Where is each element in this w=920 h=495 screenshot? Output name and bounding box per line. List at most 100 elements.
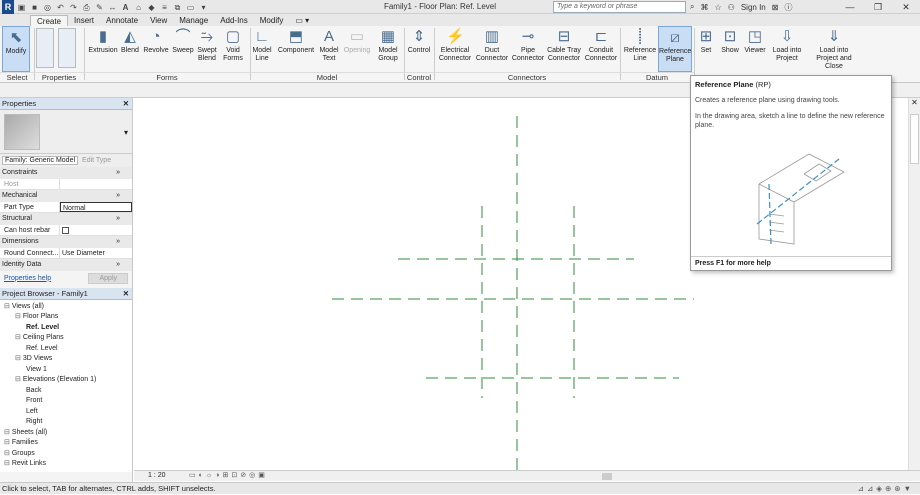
revit-logo-icon[interactable]: R bbox=[2, 0, 14, 14]
property-group[interactable]: Mechanical bbox=[0, 190, 132, 202]
property-value[interactable] bbox=[60, 178, 132, 189]
tab-annotate[interactable]: Annotate bbox=[100, 15, 144, 26]
minimize-icon[interactable]: — bbox=[836, 0, 864, 14]
browser-item[interactable]: View 1 bbox=[0, 365, 132, 376]
panel-label-datum[interactable]: Datum bbox=[620, 72, 694, 82]
browser-item[interactable]: Left bbox=[0, 407, 132, 418]
property-value[interactable]: Use Diameter bbox=[60, 247, 132, 258]
search-icon[interactable]: ⌕ bbox=[690, 2, 694, 12]
type-selector[interactable]: ▾ bbox=[0, 110, 132, 154]
close-icon[interactable]: ✕ bbox=[123, 288, 129, 300]
print-icon[interactable]: ⎙ bbox=[81, 2, 92, 13]
tab-create[interactable]: Create bbox=[30, 15, 69, 26]
sweep-button[interactable]: ⌒ Sweep bbox=[170, 26, 196, 72]
tree-toggle-icon[interactable]: ⊟ bbox=[15, 376, 23, 383]
close-icon[interactable]: ✕ bbox=[892, 0, 920, 14]
customize-qat-icon[interactable]: ▾ bbox=[198, 2, 209, 13]
edit-type-button[interactable]: Edit Type bbox=[82, 157, 111, 164]
browser-item[interactable]: ⊟ Floor Plans bbox=[0, 312, 132, 323]
model-line-button[interactable]: ∟ Model Line bbox=[251, 26, 273, 72]
property-group[interactable]: Constraints bbox=[0, 167, 132, 179]
steering-wheel-icon[interactable] bbox=[910, 114, 919, 164]
sync-icon[interactable]: ◎ bbox=[42, 2, 53, 13]
opening-button[interactable]: ▭ Opening bbox=[342, 26, 372, 72]
selection-filter-icons[interactable]: ⊿⊿◈⊕⊛▼ bbox=[858, 483, 914, 495]
tree-toggle-icon[interactable]: ⊟ bbox=[4, 429, 12, 436]
tree-toggle-icon[interactable]: ⊟ bbox=[15, 334, 23, 341]
properties-icon[interactable] bbox=[36, 28, 54, 68]
show-button[interactable]: ⊡ Show bbox=[719, 26, 741, 72]
tab-modify[interactable]: Modify bbox=[254, 15, 290, 26]
component-button[interactable]: ⬒ Component bbox=[276, 26, 316, 72]
properties-help-link[interactable]: Properties help bbox=[4, 275, 51, 282]
duct-connector-button[interactable]: ▥ Duct Connector bbox=[474, 26, 510, 72]
reference-plane-button[interactable]: ⧄ Reference Plane bbox=[658, 26, 692, 72]
browser-item[interactable]: ⊟ Families bbox=[0, 438, 132, 449]
panel-label-select[interactable]: Select bbox=[0, 72, 34, 82]
dimension-icon[interactable]: ↔ bbox=[107, 2, 118, 13]
model-group-button[interactable]: ▦ Model Group bbox=[374, 26, 402, 72]
browser-item[interactable]: ⊟ Ceiling Plans bbox=[0, 333, 132, 344]
browser-item[interactable]: ⊟ Views (all) bbox=[0, 302, 132, 313]
sign-in-link[interactable]: Sign In bbox=[741, 3, 766, 12]
section-icon[interactable]: ◆ bbox=[146, 2, 157, 13]
load-into-project-button[interactable]: ⇩ Load into Project bbox=[770, 26, 804, 72]
browser-item[interactable]: Ref. Level bbox=[0, 344, 132, 355]
control-button[interactable]: ⇕ Control bbox=[405, 26, 433, 72]
subscription-icon[interactable]: ⌘ bbox=[700, 3, 708, 12]
help-icon[interactable]: ⓘ bbox=[784, 2, 792, 13]
favorites-icon[interactable]: ☆ bbox=[714, 3, 721, 12]
void-forms-button[interactable]: ▢ Void Forms bbox=[220, 26, 246, 72]
tree-toggle-icon[interactable]: ⊟ bbox=[15, 355, 23, 362]
property-group[interactable]: Dimensions bbox=[0, 236, 132, 248]
browser-item[interactable]: Front bbox=[0, 396, 132, 407]
close-icon[interactable]: ✕ bbox=[123, 98, 129, 110]
panel-label-properties[interactable]: Properties bbox=[34, 72, 84, 82]
browser-item[interactable]: ⊟ Groups bbox=[0, 449, 132, 460]
property-group[interactable]: Structural bbox=[0, 213, 132, 225]
tree-toggle-icon[interactable]: ⊟ bbox=[4, 460, 12, 467]
navigation-bar[interactable]: ✕ bbox=[908, 98, 920, 470]
reference-line-button[interactable]: ⸽ Reference Line bbox=[623, 26, 657, 72]
pipe-connector-button[interactable]: ⊸ Pipe Connector bbox=[510, 26, 546, 72]
chevron-down-icon[interactable]: ▾ bbox=[124, 128, 128, 137]
user-icon[interactable]: ⚇ bbox=[728, 3, 735, 12]
browser-item[interactable]: ⊟ Elevations (Elevation 1) bbox=[0, 375, 132, 386]
browser-item[interactable]: Back bbox=[0, 386, 132, 397]
browser-item[interactable]: Ref. Level bbox=[0, 323, 132, 334]
swept-blend-button[interactable]: ⥲ Swept Blend bbox=[194, 26, 220, 72]
tree-toggle-icon[interactable]: ⊟ bbox=[15, 313, 23, 320]
redo-icon[interactable]: ↷ bbox=[68, 2, 79, 13]
text-icon[interactable]: A bbox=[120, 2, 131, 13]
can-host-rebar-checkbox[interactable] bbox=[62, 226, 69, 234]
save-icon[interactable]: ■ bbox=[29, 2, 40, 13]
close-icon[interactable]: ✕ bbox=[909, 98, 920, 108]
cable-tray-connector-button[interactable]: ⊟ Cable Tray Connector bbox=[545, 26, 583, 72]
family-type-filter[interactable]: Family: Generic Model bbox=[2, 156, 79, 165]
tab-insert[interactable]: Insert bbox=[68, 15, 100, 26]
contextual-tab-icon[interactable]: ▭ ▾ bbox=[289, 15, 315, 26]
panel-label-forms[interactable]: Forms bbox=[84, 72, 250, 82]
undo-icon[interactable]: ↶ bbox=[55, 2, 66, 13]
browser-item[interactable]: ⊟ Sheets (all) bbox=[0, 428, 132, 439]
tab-manage[interactable]: Manage bbox=[173, 15, 214, 26]
conduit-connector-button[interactable]: ⊏ Conduit Connector bbox=[583, 26, 619, 72]
extrusion-button[interactable]: ▮ Extrusion bbox=[88, 26, 118, 72]
electrical-connector-button[interactable]: ⚡ Electrical Connector bbox=[436, 26, 474, 72]
browser-item[interactable]: ⊟ 3D Views bbox=[0, 354, 132, 365]
view-control-icons[interactable]: ▭◐☼◑⊞⊡⊘◎▣ bbox=[189, 471, 268, 479]
restore-icon[interactable]: ❐ bbox=[864, 0, 892, 14]
tree-toggle-icon[interactable]: ⊟ bbox=[4, 450, 12, 457]
property-group[interactable]: Identity Data bbox=[0, 259, 132, 271]
blend-button[interactable]: ◭ Blend bbox=[118, 26, 142, 72]
viewer-button[interactable]: ◳ Viewer bbox=[741, 26, 769, 72]
type-properties-icon[interactable] bbox=[58, 28, 76, 68]
model-text-button[interactable]: A Model Text bbox=[316, 26, 342, 72]
property-value[interactable] bbox=[60, 224, 132, 235]
3d-view-icon[interactable]: ⌂ bbox=[133, 2, 144, 13]
browser-item[interactable]: Right bbox=[0, 417, 132, 428]
horizontal-scroll-thumb[interactable] bbox=[602, 473, 612, 480]
apply-button[interactable]: Apply bbox=[88, 272, 128, 284]
panel-label-connectors[interactable]: Connectors bbox=[434, 72, 620, 82]
open-icon[interactable]: ▣ bbox=[16, 2, 27, 13]
